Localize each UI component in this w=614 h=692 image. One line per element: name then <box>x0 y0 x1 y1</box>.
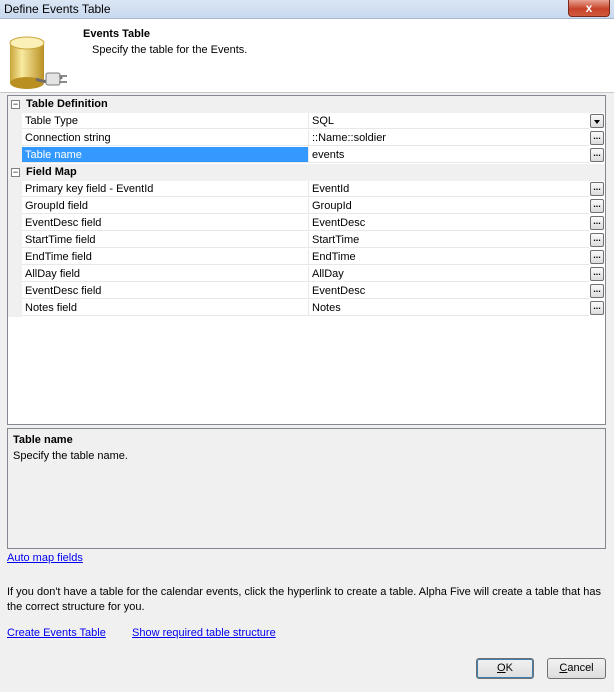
ellipsis-button[interactable]: ... <box>590 216 604 230</box>
close-button[interactable]: x <box>568 0 610 17</box>
property-row-groupid[interactable]: GroupId field GroupId ... <box>8 198 605 215</box>
row-gutter <box>8 283 22 300</box>
title-bar: Define Events Table x <box>0 0 614 19</box>
property-name[interactable]: EndTime field <box>22 249 309 265</box>
show-table-structure-link[interactable]: Show required table structure <box>132 627 276 639</box>
row-gutter <box>8 198 22 215</box>
row-gutter <box>8 113 22 130</box>
collapse-icon[interactable]: − <box>11 168 20 177</box>
ok-button[interactable]: OK <box>476 658 534 679</box>
row-gutter <box>8 181 22 198</box>
ellipsis-button[interactable]: ... <box>590 301 604 315</box>
property-name[interactable]: Table name <box>22 147 309 163</box>
cancel-label-suffix: ancel <box>567 662 594 674</box>
row-gutter <box>8 130 22 147</box>
property-row-connection-string[interactable]: Connection string ::Name::soldier ... <box>8 130 605 147</box>
property-name[interactable]: AllDay field <box>22 266 309 282</box>
ok-label-suffix: K <box>505 662 513 674</box>
property-name[interactable]: Notes field <box>22 300 309 316</box>
window-title: Define Events Table <box>4 2 111 16</box>
property-value[interactable]: events <box>309 147 589 163</box>
property-name[interactable]: GroupId field <box>22 198 309 214</box>
property-value[interactable]: AllDay <box>309 266 589 282</box>
category-field-map[interactable]: − Field Map <box>8 164 605 181</box>
property-description-panel: Table name Specify the table name. <box>7 428 606 549</box>
category-label: Table Definition <box>26 98 108 110</box>
ellipsis-button[interactable]: ... <box>590 131 604 145</box>
database-plug-icon <box>9 36 67 89</box>
property-value[interactable]: Notes <box>309 300 589 316</box>
ellipsis-button[interactable]: ... <box>590 284 604 298</box>
description-text: Specify the table name. <box>13 450 128 462</box>
property-value[interactable]: GroupId <box>309 198 589 214</box>
property-row-starttime[interactable]: StartTime field StartTime ... <box>8 232 605 249</box>
property-value[interactable]: EventId <box>309 181 589 197</box>
property-grid[interactable]: − Table Definition Table Type SQL Connec… <box>7 95 606 425</box>
ellipsis-button[interactable]: ... <box>590 250 604 264</box>
row-gutter <box>8 249 22 266</box>
property-row-allday[interactable]: AllDay field AllDay ... <box>8 266 605 283</box>
create-events-table-link[interactable]: Create Events Table <box>7 627 106 639</box>
dropdown-arrow-icon[interactable] <box>590 114 604 128</box>
row-gutter <box>8 266 22 283</box>
row-gutter <box>8 300 22 317</box>
property-name[interactable]: Table Type <box>22 113 309 129</box>
property-value[interactable]: EventDesc <box>309 215 589 231</box>
ok-label-accelerator: O <box>497 662 506 674</box>
row-gutter <box>8 232 22 249</box>
close-icon: x <box>585 1 593 15</box>
property-row-eventdesc[interactable]: EventDesc field EventDesc ... <box>8 215 605 232</box>
row-gutter <box>8 147 22 164</box>
property-row-endtime[interactable]: EndTime field EndTime ... <box>8 249 605 266</box>
category-table-definition[interactable]: − Table Definition <box>8 96 605 113</box>
info-text: If you don't have a table for the calend… <box>7 586 601 613</box>
property-row-table-type[interactable]: Table Type SQL <box>8 113 605 130</box>
property-name[interactable]: StartTime field <box>22 232 309 248</box>
cancel-button[interactable]: Cancel <box>547 658 606 679</box>
property-value[interactable]: StartTime <box>309 232 589 248</box>
property-row-table-name[interactable]: Table name events ... <box>8 147 605 164</box>
description-title: Table name <box>13 434 73 446</box>
header-subtitle: Specify the table for the Events. <box>92 44 248 56</box>
ellipsis-button[interactable]: ... <box>590 233 604 247</box>
row-gutter <box>8 215 22 232</box>
property-name[interactable]: Primary key field - EventId <box>22 181 309 197</box>
property-row-notes[interactable]: Notes field Notes ... <box>8 300 605 317</box>
auto-map-fields-link[interactable]: Auto map fields <box>7 552 83 564</box>
ellipsis-button[interactable]: ... <box>590 199 604 213</box>
category-label: Field Map <box>26 166 77 178</box>
property-value[interactable]: EventDesc <box>309 283 589 299</box>
property-value[interactable]: EndTime <box>309 249 589 265</box>
property-row-primary-key[interactable]: Primary key field - EventId EventId ... <box>8 181 605 198</box>
property-value[interactable]: ::Name::soldier <box>309 130 589 146</box>
header-title: Events Table <box>83 28 151 40</box>
property-name[interactable]: EventDesc field <box>22 283 309 299</box>
property-row-eventdesc-2[interactable]: EventDesc field EventDesc ... <box>8 283 605 300</box>
ellipsis-button[interactable]: ... <box>590 267 604 281</box>
property-name[interactable]: EventDesc field <box>22 215 309 231</box>
ellipsis-button[interactable]: ... <box>590 148 604 162</box>
ellipsis-button[interactable]: ... <box>590 182 604 196</box>
property-value[interactable]: SQL <box>309 113 589 129</box>
property-name[interactable]: Connection string <box>22 130 309 146</box>
header-panel: Events Table Specify the table for the E… <box>0 19 614 93</box>
collapse-icon[interactable]: − <box>11 100 20 109</box>
